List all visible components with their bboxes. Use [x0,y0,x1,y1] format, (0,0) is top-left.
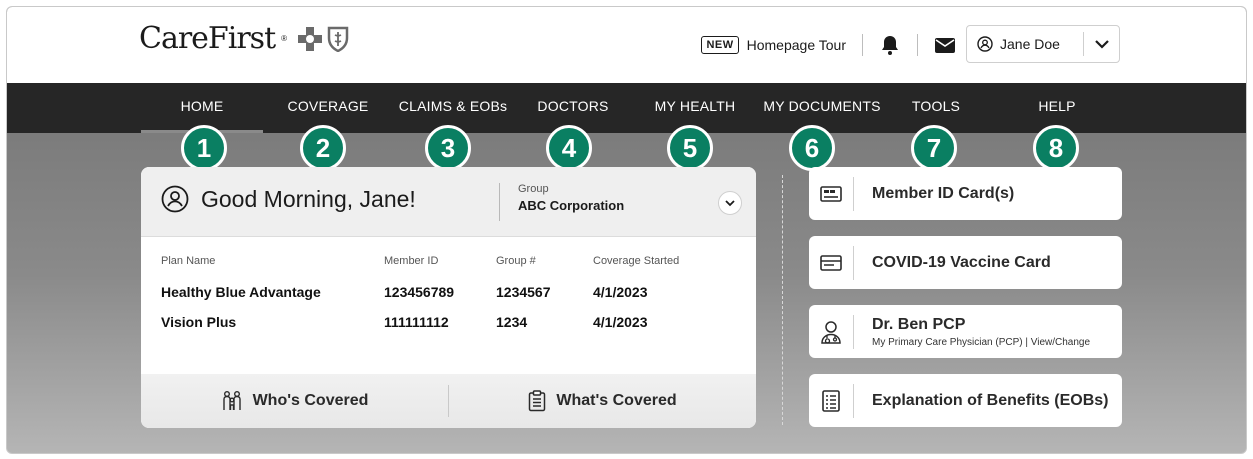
family-icon [222,391,241,410]
divider [917,34,918,56]
divider [853,245,854,280]
chevron-down-icon[interactable] [1083,32,1119,56]
clipboard-icon [529,390,546,412]
plan-name-cell: Vision Plus [161,314,237,330]
pcp-info: Dr. Ben PCP My Primary Care Physician (P… [872,316,1090,348]
nav-my-documents[interactable]: MY DOCUMENTS [761,83,883,133]
divider [853,314,854,349]
pcp-subtext: My Primary Care Physician (PCP) | View/C… [872,337,1090,348]
column-header-coverage-started: Coverage Started [593,255,680,267]
group-info: Group ABC Corporation [499,183,624,221]
carefirst-logo[interactable]: CareFirst ® [139,21,349,56]
cross-icon [298,26,323,51]
callout-badge-5: 5 [667,125,713,171]
view-change-link[interactable]: View/Change [1031,337,1090,348]
shield-icon [327,26,349,52]
callout-badge-1: 1 [181,125,227,171]
callout-badge-3: 3 [425,125,471,171]
callout-badge-4: 4 [546,125,592,171]
whos-covered-link[interactable]: Who's Covered [141,390,448,412]
new-badge: NEW [701,36,739,54]
pcp-tile[interactable]: Dr. Ben PCP My Primary Care Physician (P… [809,305,1122,358]
whats-covered-link[interactable]: What's Covered [449,390,756,412]
id-card-icon [809,185,853,202]
app-window: CareFirst ® NEW Homepage Tour Jane Doe H… [6,6,1247,454]
doctor-icon [809,320,853,344]
group-value: ABC Corporation [518,198,625,213]
homepage-tour-label: Homepage Tour [746,37,846,53]
brand-name: CareFirst [139,21,276,56]
user-menu-label: Jane Doe [967,36,1083,52]
covid-vaccine-card-tile[interactable]: COVID-19 Vaccine Card [809,236,1122,289]
callout-badge-8: 8 [1033,125,1079,171]
whos-covered-label: Who's Covered [252,392,369,409]
column-header-group: Group # [496,255,536,267]
coverage-started-cell: 4/1/2023 [593,314,648,330]
header-utilities: NEW Homepage Tour [701,27,956,63]
divider [853,176,854,211]
plan-name-cell: Healthy Blue Advantage [161,284,321,300]
member-id-cards-tile[interactable]: Member ID Card(s) [809,167,1122,220]
callout-badge-2: 2 [300,125,346,171]
brand-tm: ® [281,34,288,43]
callout-badge-7: 7 [911,125,957,171]
mail-icon[interactable] [934,34,956,56]
member-id-cell: 111111112 [384,314,449,330]
user-circle-icon [161,185,189,213]
group-label: Group [518,183,549,195]
user-menu[interactable]: Jane Doe [966,25,1120,63]
document-list-icon [809,389,853,412]
plan-summary-card: Good Morning, Jane! Group ABC Corporatio… [141,167,756,428]
section-divider [782,175,783,425]
group-number-cell: 1234567 [496,284,551,300]
header: CareFirst ® NEW Homepage Tour Jane Doe [7,7,1246,83]
callout-badge-6: 6 [789,125,835,171]
tile-label: Member ID Card(s) [872,184,1015,202]
whats-covered-label: What's Covered [556,392,677,409]
tile-label: Explanation of Benefits (EOBs) [872,391,1109,409]
card-header: Good Morning, Jane! Group ABC Corporatio… [141,167,756,237]
group-number-cell: 1234 [496,314,528,330]
card-footer: Who's Covered What's Covered [141,374,756,428]
divider [862,34,863,56]
greeting-text: Good Morning, Jane! [201,185,416,212]
card-icon [809,254,853,271]
greeting: Good Morning, Jane! [161,185,416,213]
column-header-plan-name: Plan Name [161,255,216,267]
pcp-description: My Primary Care Physician (PCP) | [872,336,1031,348]
user-name: Jane Doe [1000,36,1060,52]
tile-label: COVID-19 Vaccine Card [872,253,1051,271]
coverage-started-cell: 4/1/2023 [593,284,648,300]
expand-button[interactable] [718,191,742,215]
bell-icon[interactable] [879,34,901,56]
column-header-member-id: Member ID [384,255,439,267]
eob-tile[interactable]: Explanation of Benefits (EOBs) [809,374,1122,427]
member-id-cell: 123456789 [384,284,455,300]
user-circle-icon [977,36,993,52]
bcbs-marks [297,26,349,52]
divider [853,383,854,418]
chevron-down-icon [725,199,735,206]
tile-label: Dr. Ben PCP [872,315,966,333]
homepage-tour-button[interactable]: NEW Homepage Tour [701,36,846,54]
